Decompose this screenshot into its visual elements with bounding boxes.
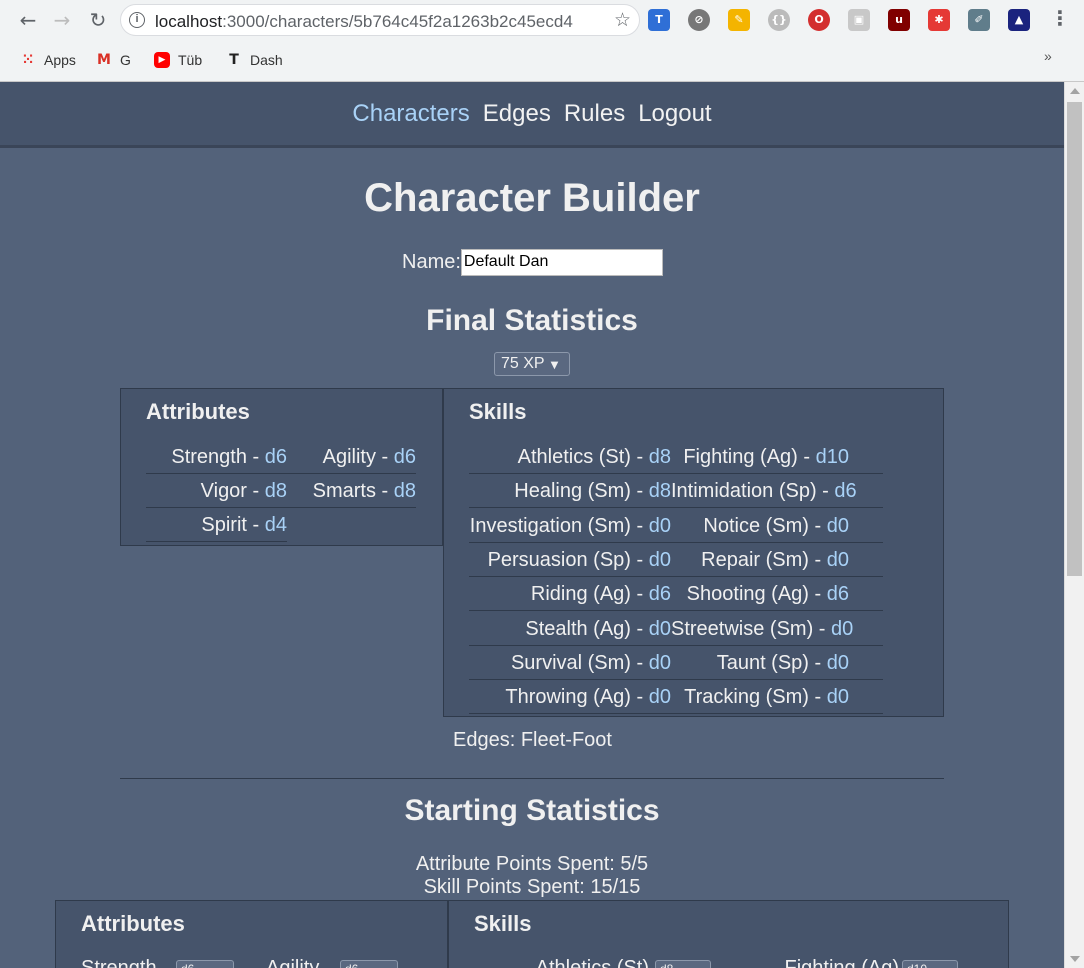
xp-select[interactable]: 75 XP ▼ [494,352,570,376]
name-label: Name: [402,250,461,273]
starting-skill-athletics: Athletics (St) [535,957,649,968]
url-path: :3000/characters/5b764c45f2a1263b2c45ecd… [222,12,573,31]
starting-attributes-panel: Attributes Strength d6 Agility d6 [55,900,448,968]
final-attribute-strength: Strength - d6 [146,440,287,474]
nav-characters[interactable]: Characters [352,100,469,128]
extension-axe-icon[interactable]: ▲ [1008,9,1030,31]
final-skill-item: Taunt (Sp) - d0 [671,646,883,680]
scroll-down-icon[interactable] [1070,956,1080,962]
attribute-points-spent: Attribute Points Spent: 5/5 [415,853,649,875]
extension-ublock-icon[interactable]: u [888,9,910,31]
page-scrollbar[interactable] [1064,82,1084,968]
final-skill-item: Fighting (Ag) - d10 [671,440,883,474]
reload-icon[interactable]: ↻ [86,8,110,32]
bookmark-label: Dash [250,52,283,68]
forward-arrow-icon[interactable]: → [50,8,74,32]
extension-camera-icon[interactable]: ▣ [848,9,870,31]
chevron-down-icon: ▼ [550,360,559,371]
final-skill-item: Tracking (Sm) - d0 [671,680,883,715]
gmail-icon: M [97,52,111,68]
starting-agility-select[interactable]: d6 [340,960,398,968]
url-host: localhost [155,12,223,31]
final-attribute-spirit: Spirit - d4 [146,508,287,542]
bookmark-label: Apps [44,52,76,68]
extension-json-icon[interactable]: {} [768,9,790,31]
address-url[interactable]: localhost:3000/characters/5b764c45f2a126… [155,12,573,32]
bookmark-gmail[interactable]: M G [96,50,131,70]
nav-rules[interactable]: Rules [564,100,625,128]
page-title: Character Builder [364,176,700,220]
final-attribute-smarts: Smarts - d8 [287,474,416,508]
starting-skill-fighting: Fighting (Ag) [784,957,900,968]
starting-statistics-heading: Starting Statistics [404,794,660,827]
starting-attribute-agility: Agility [266,957,320,968]
extension-paw-icon[interactable]: ✱ [928,9,950,31]
top-nav: Characters Edges Rules Logout [0,82,1064,148]
name-row: Name: [402,248,663,276]
final-skill-item: Riding (Ag) - d6 [469,577,671,612]
bookmark-youtube[interactable]: ▶ Tüb [154,50,202,70]
final-skill-item: Persuasion (Sp) - d0 [469,543,671,577]
name-input[interactable] [460,248,663,276]
starting-strength-select[interactable]: d6 [176,960,234,968]
browser-chrome: ← → ↻ i localhost:3000/characters/5b764c… [0,0,1084,82]
final-skill-item: Throwing (Ag) - d0 [469,680,671,715]
final-skill-item: Notice (Sm) - d0 [671,509,883,543]
address-bar[interactable]: i localhost:3000/characters/5b764c45f2a1… [120,4,640,36]
final-attribute-agility: Agility - d6 [287,440,416,474]
bookmark-label: Tüb [178,52,203,68]
final-attribute-vigor: Vigor - d8 [146,474,287,508]
site-info-icon[interactable]: i [129,12,145,28]
youtube-icon: ▶ [154,52,170,68]
starting-attributes-title: Attributes [81,911,185,936]
starting-athletics-select[interactable]: d8 [655,960,711,968]
final-skill-item: Investigation (Sm) - d0 [469,509,671,543]
final-skill-item: Athletics (St) - d8 [469,440,671,474]
edges-summary: Edges: Fleet-Foot [453,729,612,751]
bookmark-label: G [120,52,131,68]
xp-select-value: 75 XP [501,355,545,372]
more-bookmarks-button[interactable]: » [1044,48,1052,64]
final-skill-item: Shooting (Ag) - d6 [671,577,883,612]
bookmark-dash[interactable]: T Dash [226,50,283,70]
bookmark-star-icon[interactable]: ☆ [614,9,631,31]
final-skill-item: Healing (Sm) - d8 [469,474,671,509]
back-arrow-icon[interactable]: ← [16,8,40,32]
apps-grid-icon: ⁙ [22,52,34,68]
bookmark-apps[interactable]: ⁙ Apps [20,50,76,70]
final-statistics-heading: Final Statistics [426,304,638,337]
browser-menu-icon[interactable]: ⋮ [1050,6,1070,30]
section-divider [120,778,944,779]
final-skills-panel: Skills Athletics (St) - d8 Fighting (Ag) … [443,388,944,717]
final-skill-item: Intimidation (Sp) - d6 [671,474,883,509]
dash-icon: T [229,52,239,68]
extension-t-icon[interactable]: T [648,9,670,31]
starting-skills-title: Skills [474,911,532,936]
scroll-up-icon[interactable] [1070,88,1080,94]
final-skill-item: Streetwise (Sm) - d0 [671,612,883,646]
nav-logout[interactable]: Logout [638,100,711,128]
bookmarks-bar: ⁙ Apps M G ▶ Tüb T Dash [0,46,1084,74]
extension-dropper-icon[interactable]: ✐ [968,9,990,31]
final-skill-item: Survival (Sm) - d0 [469,646,671,680]
starting-fighting-select[interactable]: d10 [902,960,958,968]
starting-skills-panel: Skills Athletics (St) d8 Fighting (Ag) d… [448,900,1009,968]
scrollbar-thumb[interactable] [1067,102,1082,576]
extension-opera-icon[interactable]: O [808,9,830,31]
skill-points-spent: Skill Points Spent: 15/15 [423,876,641,898]
final-attributes-title: Attributes [146,399,250,424]
final-skill-item: Stealth (Ag) - d0 [469,612,671,646]
final-attributes-panel: Attributes Strength - d6 Agility - d6 Vi… [120,388,443,546]
final-skill-item: Repair (Sm) - d0 [671,543,883,577]
starting-attribute-strength: Strength [81,957,157,968]
final-skills-title: Skills [469,399,527,424]
extension-color-icon[interactable]: ✎ [728,9,750,31]
extension-block-icon[interactable]: ⊘ [688,9,710,31]
nav-edges[interactable]: Edges [483,100,551,128]
